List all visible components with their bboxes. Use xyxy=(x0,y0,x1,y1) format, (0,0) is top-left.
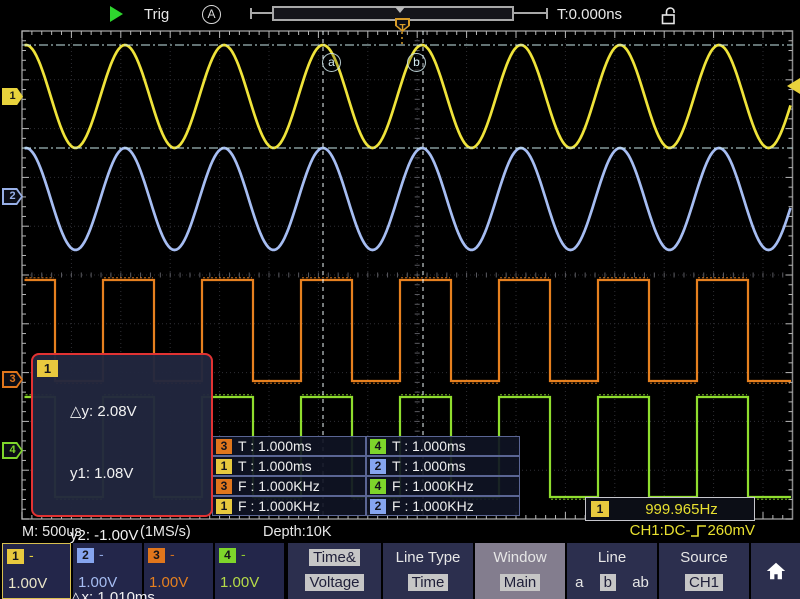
measurement-cell: 2F : 1.000KHz xyxy=(366,496,520,516)
measurement-cell: 2T : 1.000ms xyxy=(366,456,520,476)
freq-counter-channel-badge: 1 xyxy=(591,501,609,517)
measurement-cell: 1F : 1.000KHz xyxy=(212,496,366,516)
cursor-b-label[interactable]: b xyxy=(407,53,426,72)
measurement-cell: 4T : 1.000ms xyxy=(366,436,520,456)
cursor-readout-panel: 1 △y: 2.08V y1: 1.08V y2: -1.00V △x: 1.0… xyxy=(31,353,213,517)
cursor-readout-channel-badge: 1 xyxy=(37,360,58,377)
cursor-readout-lines: △y: 2.08V y1: 1.08V y2: -1.00V △x: 1.010… xyxy=(70,361,157,599)
measurement-cell: 1T : 1.000ms xyxy=(212,456,366,476)
oscilloscope-screen: Trig A T:0.000ns 1 2 3 4 T a b 1 △y: 2.0… xyxy=(0,0,800,599)
measurement-cell: 3F : 1.000KHz xyxy=(212,476,366,496)
freq-counter-value: 999.965Hz xyxy=(609,501,754,518)
frequency-counter: 1 999.965Hz xyxy=(585,497,755,521)
cursor-a-label[interactable]: a xyxy=(322,53,341,72)
measurement-cell: 3T : 1.000ms xyxy=(212,436,366,456)
trigger-level-marker[interactable] xyxy=(787,78,800,94)
measurement-cell: 4F : 1.000KHz xyxy=(366,476,520,496)
measurement-table: 3T : 1.000ms 4T : 1.000ms 1T : 1.000ms 2… xyxy=(212,436,520,516)
